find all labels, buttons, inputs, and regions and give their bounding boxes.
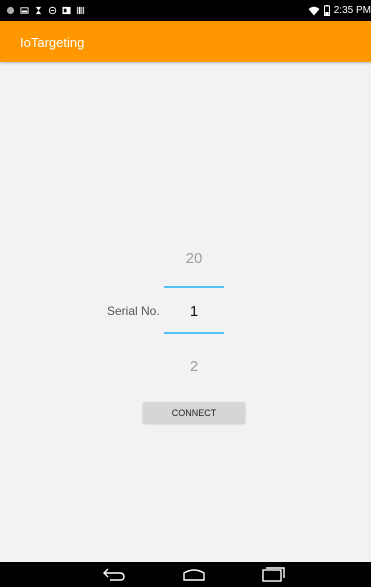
recents-icon[interactable]	[261, 566, 285, 582]
main-content: Serial No. 20 1 2 CONNECT	[0, 62, 371, 562]
notification-icons	[6, 4, 85, 17]
navigation-bar	[0, 562, 371, 587]
status-right: 2:35 PM	[308, 3, 371, 18]
picker-previous-value[interactable]: 20	[164, 250, 224, 267]
serial-number-label: Serial No.	[107, 304, 160, 318]
notification-icon	[6, 6, 15, 15]
minus-circle-icon	[48, 6, 57, 15]
app-title: IoTargeting	[20, 35, 85, 50]
status-bar: 2:35 PM	[0, 0, 371, 21]
gplus-icon	[62, 6, 71, 15]
picker-next-value[interactable]: 2	[164, 358, 224, 375]
picker-current-value[interactable]: 1	[164, 303, 224, 320]
hourglass-icon	[35, 6, 42, 15]
app-bar: IoTargeting	[0, 21, 371, 62]
home-icon[interactable]	[182, 566, 206, 582]
battery-icon	[323, 5, 330, 16]
picker-divider-bottom	[164, 332, 224, 334]
wifi-icon	[308, 6, 320, 15]
picker-divider-top	[164, 286, 224, 288]
clock: 2:35 PM	[333, 5, 371, 16]
connect-button[interactable]: CONNECT	[143, 402, 245, 423]
barcode-icon	[76, 6, 85, 15]
image-icon	[20, 7, 29, 14]
back-icon[interactable]	[102, 566, 126, 582]
